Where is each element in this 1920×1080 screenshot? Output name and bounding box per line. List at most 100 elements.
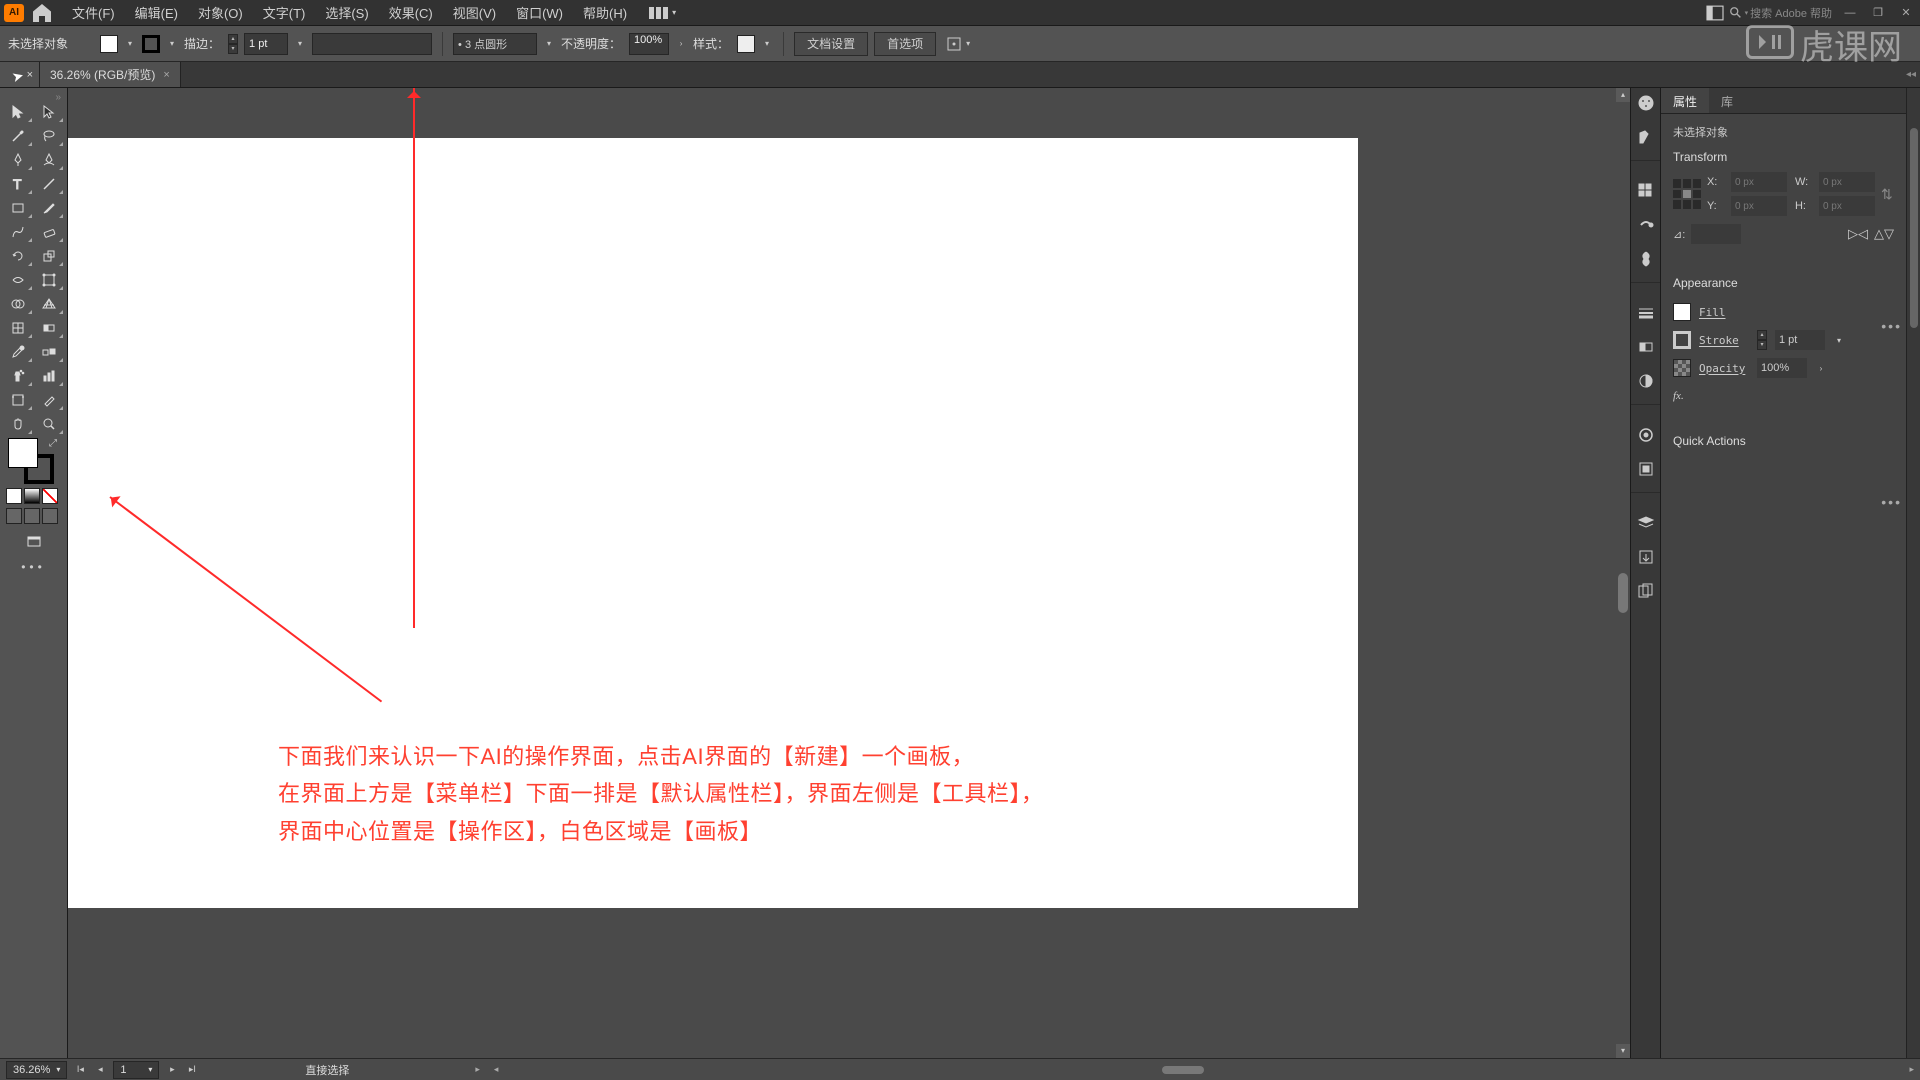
menu-file[interactable]: 文件(F)	[62, 0, 125, 26]
h-input[interactable]: 0 px	[1819, 196, 1875, 216]
edit-toolbar-icon[interactable]: •••	[2, 554, 65, 580]
style-dropdown[interactable]: ▾	[761, 39, 773, 48]
fill-swatch[interactable]	[1673, 303, 1691, 321]
graphic-styles-icon[interactable]	[1635, 458, 1657, 480]
more-options-icon[interactable]: •••	[1881, 318, 1902, 334]
fill-label[interactable]: Fill	[1699, 306, 1749, 319]
eyedropper-tool[interactable]	[2, 340, 34, 364]
arrange-docs-icon[interactable]: ▾	[649, 7, 676, 19]
w-input[interactable]: 0 px	[1819, 172, 1875, 192]
eraser-tool[interactable]	[34, 220, 66, 244]
curvature-tool[interactable]	[34, 148, 66, 172]
tab-library[interactable]: 库	[1709, 88, 1745, 113]
stroke-panel-icon[interactable]	[1635, 302, 1657, 324]
stroke-weight-stepper[interactable]: ▴▾	[228, 34, 238, 54]
search-box[interactable]: ▾ 搜索 Adobe 帮助	[1729, 5, 1832, 21]
opacity-value[interactable]: 100%	[629, 33, 669, 55]
vertical-scrollbar[interactable]: ▴ ▾	[1616, 88, 1630, 1058]
scroll-thumb[interactable]	[1910, 128, 1918, 328]
scroll-down-icon[interactable]: ▾	[1616, 1044, 1630, 1058]
draw-inside-icon[interactable]	[42, 508, 58, 524]
slice-tool[interactable]	[34, 388, 66, 412]
mesh-tool[interactable]	[2, 316, 34, 340]
scale-tool[interactable]	[34, 244, 66, 268]
fill-dropdown[interactable]: ▾	[124, 39, 136, 48]
symbol-sprayer-tool[interactable]	[2, 364, 34, 388]
brushes-icon[interactable]	[1635, 214, 1657, 236]
stroke-swatch[interactable]	[142, 35, 160, 53]
prev-artboard-icon[interactable]: ◂	[93, 1064, 107, 1075]
selection-tool[interactable]	[2, 100, 34, 124]
artboards-panel-icon[interactable]	[1635, 580, 1657, 602]
graphic-style-swatch[interactable]	[737, 35, 755, 53]
artboard-tool[interactable]	[2, 388, 34, 412]
fill-color-box[interactable]	[8, 438, 38, 468]
next-artboard-icon[interactable]: ▸	[165, 1064, 179, 1075]
more-options-icon[interactable]: •••	[1881, 494, 1902, 510]
constrain-proportions-icon[interactable]: ⇅	[1881, 186, 1894, 203]
appearance-panel-icon[interactable]	[1635, 424, 1657, 446]
menu-object[interactable]: 对象(O)	[188, 0, 253, 26]
preferences-button[interactable]: 首选项	[874, 32, 936, 56]
magic-wand-tool[interactable]	[2, 124, 34, 148]
tool-collapse-icon[interactable]: »	[2, 92, 65, 100]
pen-tool[interactable]	[2, 148, 34, 172]
opacity-swatch[interactable]	[1673, 359, 1691, 377]
fill-stroke-controls[interactable]: ⤢	[2, 436, 65, 486]
reference-point-grid[interactable]	[1673, 179, 1701, 209]
menu-edit[interactable]: 编辑(E)	[125, 0, 188, 26]
close-icon[interactable]: ✕	[1896, 5, 1916, 21]
gradient-tool[interactable]	[34, 316, 66, 340]
last-artboard-icon[interactable]: ▸I	[185, 1064, 199, 1075]
screen-mode-button[interactable]	[2, 530, 65, 554]
variable-width-profile[interactable]	[312, 33, 432, 55]
min-icon[interactable]: —	[1840, 5, 1860, 21]
lasso-tool[interactable]	[34, 124, 66, 148]
angle-input[interactable]	[1691, 224, 1741, 244]
menu-help[interactable]: 帮助(H)	[573, 0, 637, 26]
none-mode-icon[interactable]	[42, 488, 58, 504]
horizontal-scrollbar[interactable]	[504, 1066, 1903, 1074]
opacity-dropdown[interactable]: ›	[1815, 364, 1827, 373]
fx-button[interactable]: fx.	[1673, 390, 1684, 402]
symbols-icon[interactable]	[1635, 248, 1657, 270]
scroll-thumb[interactable]	[1618, 573, 1628, 613]
blend-tool[interactable]	[34, 340, 66, 364]
type-tool[interactable]: T	[2, 172, 34, 196]
draw-behind-icon[interactable]	[24, 508, 40, 524]
stroke-dropdown[interactable]: ▾	[166, 39, 178, 48]
scroll-thumb[interactable]	[1162, 1066, 1204, 1074]
paintbrush-tool[interactable]	[34, 196, 66, 220]
workspace-switcher-icon[interactable]	[1705, 5, 1725, 21]
layers-panel-icon[interactable]	[1635, 512, 1657, 534]
stroke-wt-dropdown[interactable]: ▾	[1833, 336, 1845, 345]
asset-export-icon[interactable]	[1635, 546, 1657, 568]
hscroll-right-icon[interactable]: ▸	[1909, 1064, 1914, 1075]
flip-h-icon[interactable]: ▷◁	[1848, 226, 1868, 242]
brush-definition[interactable]: • 3 点圆形	[453, 33, 537, 55]
zoom-combo[interactable]: 36.26% ▾	[6, 1061, 67, 1079]
width-tool[interactable]	[2, 268, 34, 292]
document-tab-active[interactable]: 36.26% (RGB/预览) ×	[40, 62, 181, 87]
first-artboard-icon[interactable]: I◂	[73, 1064, 87, 1075]
free-transform-tool[interactable]	[34, 268, 66, 292]
swatches-panel-icon[interactable]	[1635, 126, 1657, 148]
home-icon[interactable]	[30, 4, 54, 22]
fill-swatch[interactable]	[100, 35, 118, 53]
flip-v-icon[interactable]: △▽	[1874, 226, 1894, 242]
align-to-icon[interactable]: ▾	[946, 36, 974, 52]
x-input[interactable]: 0 px	[1731, 172, 1787, 192]
artboard-nav[interactable]: 1 ▾	[113, 1061, 159, 1079]
perspective-tool[interactable]	[34, 292, 66, 316]
shape-builder-tool[interactable]	[2, 292, 34, 316]
direct-selection-tool[interactable]	[34, 100, 66, 124]
swatches-icon[interactable]	[1635, 180, 1657, 202]
line-tool[interactable]	[34, 172, 66, 196]
restore-icon[interactable]: ❐	[1868, 5, 1888, 21]
stroke-stepper[interactable]: ▴▾	[1757, 330, 1767, 350]
swap-fill-stroke-icon[interactable]: ⤢	[49, 438, 57, 449]
canvas-area[interactable]: 下面我们来认识一下AI的操作界面，点击AI界面的【新建】一个画板， 在界面上方是…	[68, 88, 1630, 1058]
shaper-tool[interactable]	[2, 220, 34, 244]
stroke-label[interactable]: Stroke	[1699, 334, 1749, 347]
color-panel-icon[interactable]	[1635, 92, 1657, 114]
